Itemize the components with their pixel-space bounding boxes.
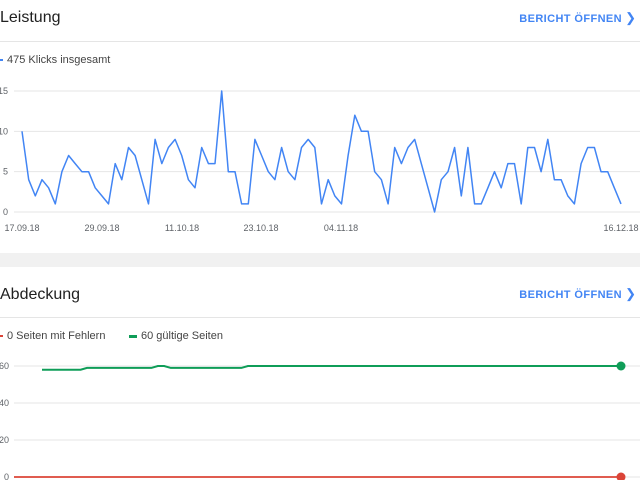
clicks-series-line	[21, 90, 622, 213]
y-tick-label: 20	[0, 435, 9, 445]
x-tick-label: 17.09.18	[4, 223, 39, 233]
y-tick-label: 40	[0, 398, 9, 408]
y-tick-label: 60	[0, 361, 9, 371]
performance-chart: 0 5 10 15 17.09.18 29.09.18 11.10.18 23.10.18 04…	[0, 86, 640, 233]
y-tick-label: 0	[4, 472, 9, 480]
y-tick-label: 10	[0, 126, 8, 136]
card-gap	[0, 253, 640, 267]
coverage-chart: 0 20 40 60	[0, 361, 640, 480]
x-tick-label: 16.12.18	[603, 223, 638, 233]
x-tick-label: 11.10.18	[165, 223, 199, 233]
valid-pages-series-line	[42, 365, 621, 371]
x-tick-label: 23.10.18	[243, 223, 278, 233]
x-tick-label: 29.09.18	[84, 223, 119, 233]
coverage-card: Abdeckung BERICHT ÖFFNEN ❯ 0 Seiten mit …	[0, 267, 640, 480]
y-tick-label: 5	[3, 167, 8, 177]
error-pages-series-end-point	[616, 472, 626, 480]
y-tick-label: 15	[0, 86, 8, 96]
valid-pages-series-end-point	[616, 361, 626, 371]
performance-card: Leistung BERICHT ÖFFNEN ❯ 475 Klicks ins…	[0, 0, 640, 254]
y-tick-label: 0	[3, 207, 8, 217]
x-tick-label: 04.11.18	[324, 223, 358, 233]
